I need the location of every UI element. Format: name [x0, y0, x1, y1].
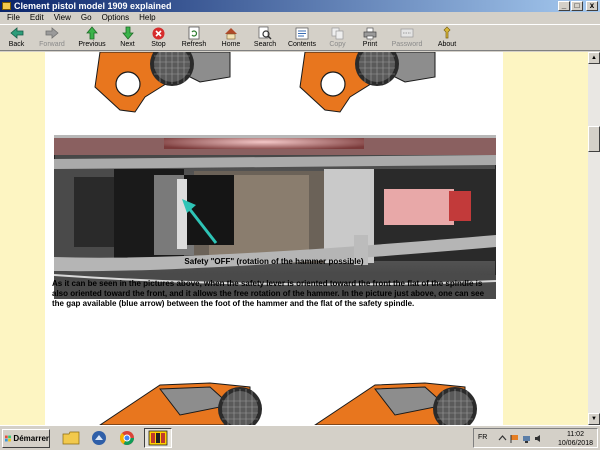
arrow-left-icon — [9, 26, 24, 40]
scroll-thumb[interactable] — [588, 126, 600, 152]
windows-logo-icon — [5, 435, 11, 442]
help-viewer-icon[interactable] — [144, 428, 172, 448]
next-button[interactable]: Next — [112, 25, 143, 51]
printer-icon — [363, 26, 377, 40]
refresh-button[interactable]: Refresh — [174, 25, 214, 51]
window-title: Clement pistol model 1909 explained — [14, 1, 172, 11]
thunderbird-icon[interactable] — [88, 428, 110, 448]
clock[interactable]: 11:02 10/06/2018 — [558, 430, 593, 448]
title-bar: Clement pistol model 1909 explained _ □ … — [0, 0, 600, 12]
page-body — [45, 52, 503, 425]
menu-options[interactable]: Options — [97, 12, 135, 24]
search-icon — [258, 26, 272, 40]
arrow-up-icon — [85, 26, 99, 40]
password-icon — [400, 26, 414, 40]
home-icon — [224, 26, 238, 40]
scroll-down-button[interactable]: ▼ — [588, 413, 600, 425]
contents-button[interactable]: Contents — [282, 25, 322, 51]
refresh-icon — [187, 26, 201, 40]
explanation-paragraph: As it can be seen in the pictures above,… — [52, 279, 485, 308]
menu-view[interactable]: View — [49, 12, 76, 24]
network-icon[interactable] — [522, 434, 531, 443]
search-button[interactable]: Search — [248, 25, 282, 51]
password-button[interactable]: Password — [387, 25, 427, 51]
clock-time: 11:02 — [566, 431, 584, 438]
back-button[interactable]: Back — [1, 25, 32, 51]
toolbar: Back Forward Previous Next Stop Refresh … — [0, 24, 600, 51]
home-button[interactable]: Home — [214, 25, 248, 51]
safety-diagram-bottom — [99, 382, 477, 425]
photo-caption: Safety "OFF" (rotation of the hammer pos… — [184, 257, 364, 266]
vertical-scrollbar[interactable]: ▲ ▼ — [588, 52, 600, 425]
back-label: Back — [8, 41, 25, 48]
about-icon — [440, 26, 454, 40]
chrome-icon[interactable] — [116, 428, 138, 448]
print-label: Print — [362, 41, 378, 48]
folder-icon[interactable] — [60, 428, 82, 448]
taskbar: Démarrer FR 11:02 10/06/2018 — [0, 425, 600, 450]
app-icon — [2, 2, 11, 10]
safety-diagram-top — [94, 52, 436, 113]
about-button[interactable]: About — [427, 25, 467, 51]
copy-label: Copy — [329, 41, 346, 48]
home-label: Home — [221, 41, 241, 48]
mechanism-photo — [54, 135, 496, 299]
refresh-label: Refresh — [181, 41, 207, 48]
previous-button[interactable]: Previous — [72, 25, 112, 51]
menu-help[interactable]: Help — [134, 12, 160, 24]
minimize-button[interactable]: _ — [558, 1, 570, 11]
next-label: Next — [120, 41, 135, 48]
password-label: Password — [391, 41, 423, 48]
stop-button[interactable]: Stop — [143, 25, 174, 51]
arrow-down-icon — [121, 26, 135, 40]
language-indicator[interactable]: FR — [478, 434, 487, 441]
copy-button[interactable]: Copy — [322, 25, 353, 51]
menu-go[interactable]: Go — [76, 12, 97, 24]
stop-label: Stop — [151, 41, 166, 48]
stop-icon — [152, 26, 166, 40]
previous-label: Previous — [78, 41, 106, 48]
forward-label: Forward — [39, 41, 65, 48]
warning-flag-icon[interactable] — [510, 434, 519, 443]
start-label: Démarrer — [13, 434, 49, 443]
expand-tray-icon[interactable] — [498, 434, 507, 443]
about-label: About — [437, 41, 457, 48]
search-label: Search — [253, 41, 277, 48]
scroll-up-button[interactable]: ▲ — [588, 52, 600, 64]
print-button[interactable]: Print — [353, 25, 387, 51]
clock-date: 10/06/2018 — [557, 440, 593, 447]
arrow-right-icon — [45, 26, 59, 40]
system-tray: FR 11:02 10/06/2018 — [473, 428, 598, 448]
maximize-button[interactable]: □ — [571, 1, 583, 11]
contents-label: Contents — [287, 41, 317, 48]
content-area — [0, 52, 588, 425]
volume-icon[interactable] — [534, 434, 543, 443]
menu-edit[interactable]: Edit — [25, 12, 49, 24]
close-button[interactable]: x — [586, 1, 598, 11]
start-button[interactable]: Démarrer — [2, 429, 50, 448]
forward-button[interactable]: Forward — [32, 25, 72, 51]
menu-bar: File Edit View Go Options Help — [0, 12, 600, 24]
window-controls: _ □ x — [558, 1, 598, 11]
copy-icon — [331, 26, 345, 40]
contents-icon — [295, 26, 309, 40]
menu-file[interactable]: File — [2, 12, 25, 24]
